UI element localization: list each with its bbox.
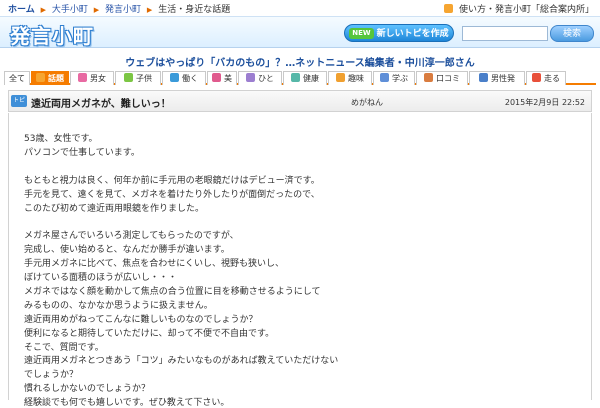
category-icon (336, 73, 345, 82)
topic-title: 遠近両用メガネが、難しいっ！ (31, 99, 171, 110)
category-icon (36, 73, 45, 82)
help-link-label: 使い方・発言小町「総合案内所」 (458, 5, 594, 15)
tab-4[interactable]: 子供 (115, 71, 161, 85)
body-line: メガネではなく顔を動かして焦点の合う位置に目を移動させるようにして (24, 286, 321, 297)
tab-label: 話題 (48, 74, 64, 83)
headline-banner[interactable]: ウェブはやっぱり「バカのもの」？…ネットニュース編集者・中川淳一郎さん (0, 54, 600, 69)
body-line: メガネ屋さんでいろいろ測定してもらったのですが、 (24, 231, 239, 242)
tab-13[interactable]: 走る (526, 71, 566, 85)
tab-label: 趣味 (348, 74, 364, 83)
body-line: そこで、質問です。 (24, 342, 104, 353)
tab-label: 全て (9, 74, 25, 83)
body-line: 完成し、使い始めると、なんだか勝手が違います。 (24, 245, 230, 256)
breadcrumb: ホーム ▶ 大手小町 ▶ 発言小町 ▶ 生活・身近な話題 (8, 2, 230, 15)
tab-1[interactable]: 全て (4, 71, 30, 85)
topic-icon: トピ (11, 95, 27, 107)
tab-label: 働く (182, 74, 198, 83)
new-topic-button[interactable]: NEW 新しいトピを作成 (344, 24, 454, 42)
topic-author[interactable]: めがねん (351, 97, 383, 108)
body-line: もともと視力は良く、何年か前に手元用の老眼鏡だけはデビュー済です。 (24, 175, 320, 186)
category-icon (291, 73, 300, 82)
tab-label: ひと (258, 74, 274, 83)
tab-2[interactable]: 話題 (31, 71, 69, 85)
body-line: パソコンで仕事しています。 (24, 147, 140, 158)
breadcrumb-link-hatsugenkomachi[interactable]: 発言小町 (105, 5, 141, 15)
body-line: 経験談でも何でも嬉しいです。ぜひ教えて下さい。 (24, 398, 230, 408)
category-icon (170, 73, 179, 82)
category-icon (380, 73, 389, 82)
tab-label: 男女 (90, 74, 106, 83)
body-line: 遠近両用めがねってこんなに難しいものなのでしょうか？ (24, 314, 258, 325)
body-line: でしょうか？ (24, 370, 79, 381)
topic-date: 2015年2月9日 22:52 (504, 98, 585, 107)
new-badge: NEW (349, 28, 374, 39)
tab-3[interactable]: 男女 (70, 71, 114, 85)
search-button[interactable]: 検索 (550, 25, 594, 42)
tab-label: 健康 (303, 74, 319, 83)
tab-label: 子供 (136, 74, 152, 83)
tab-label: 学ぶ (392, 74, 408, 83)
category-icon (124, 73, 133, 82)
body-line: 手元を見て、遠くを見て、メガネを着けたり外したりが面倒だったので、 (24, 189, 320, 200)
breadcrumb-home-link[interactable]: ホーム (8, 5, 35, 15)
tab-7[interactable]: ひと (238, 71, 282, 85)
tab-10[interactable]: 学ぶ (373, 71, 415, 85)
tab-11[interactable]: 口コミ (416, 71, 468, 85)
category-tabs: 全て 話題 男女 子供 働く 美 ひと 健康 趣味 学ぶ 口コミ 男性発 走る (4, 71, 596, 85)
body-line: 便利になると期待していただけに、却って不便で不自由です。 (24, 328, 275, 339)
tab-6[interactable]: 美 (207, 71, 237, 85)
category-icon (424, 73, 433, 82)
site-logo[interactable]: 発言小町 (10, 20, 94, 49)
body-line: ぼけている面積のほうが広いし・・・ (24, 273, 178, 283)
new-topic-label: 新しいトピを作成 (376, 29, 449, 39)
breadcrumb-separator-icon: ▶ (93, 6, 100, 14)
body-line: 遠近両用メガネとつきあう「コツ」みたいなものがあれば教えていただけない (24, 356, 339, 367)
tab-label: 口コミ (436, 74, 460, 83)
body-line: みるものの、なかなか思うように扱えません。 (24, 300, 213, 311)
topic-header: トピ 遠近両用メガネが、難しいっ！ めがねん 2015年2月9日 22:52 (8, 90, 592, 112)
body-line: 53歳、女性です。 (24, 134, 98, 144)
breadcrumb-current: 生活・身近な話題 (158, 5, 231, 15)
search-input[interactable] (462, 26, 548, 41)
body-line: 慣れるしかないのでしょうか？ (24, 384, 151, 395)
category-icon (246, 73, 256, 82)
category-icon (532, 73, 541, 82)
breadcrumb-separator-icon: ▶ (146, 6, 153, 14)
tab-label: 走る (544, 74, 560, 83)
breadcrumb-link-otekomachi[interactable]: 大手小町 (52, 5, 88, 15)
tab-label: 男性発 (491, 74, 515, 83)
tab-label: 美 (224, 74, 232, 83)
breadcrumb-separator-icon: ▶ (40, 6, 46, 14)
category-icon (78, 73, 87, 82)
tab-12[interactable]: 男性発 (469, 71, 525, 85)
body-line: このたび初めて遠近両用眼鏡を作りました。 (24, 203, 205, 214)
topic-body: 53歳、女性です。パソコンで仕事しています。もともと視力は良く、何年か前に手元用… (8, 113, 592, 408)
tab-9[interactable]: 趣味 (328, 71, 372, 85)
tab-5[interactable]: 働く (162, 71, 206, 85)
body-line: 手元用メガネに比べて、焦点を合わせにくいし、視野も狭いし、 (24, 259, 285, 270)
category-icon (479, 73, 488, 82)
category-icon (212, 73, 221, 82)
site-header: 発言小町 NEW 新しいトピを作成 検索 (0, 16, 600, 48)
tab-8[interactable]: 健康 (283, 71, 327, 85)
book-icon (444, 4, 454, 13)
help-link[interactable]: 使い方・発言小町「総合案内所」 (444, 2, 594, 15)
